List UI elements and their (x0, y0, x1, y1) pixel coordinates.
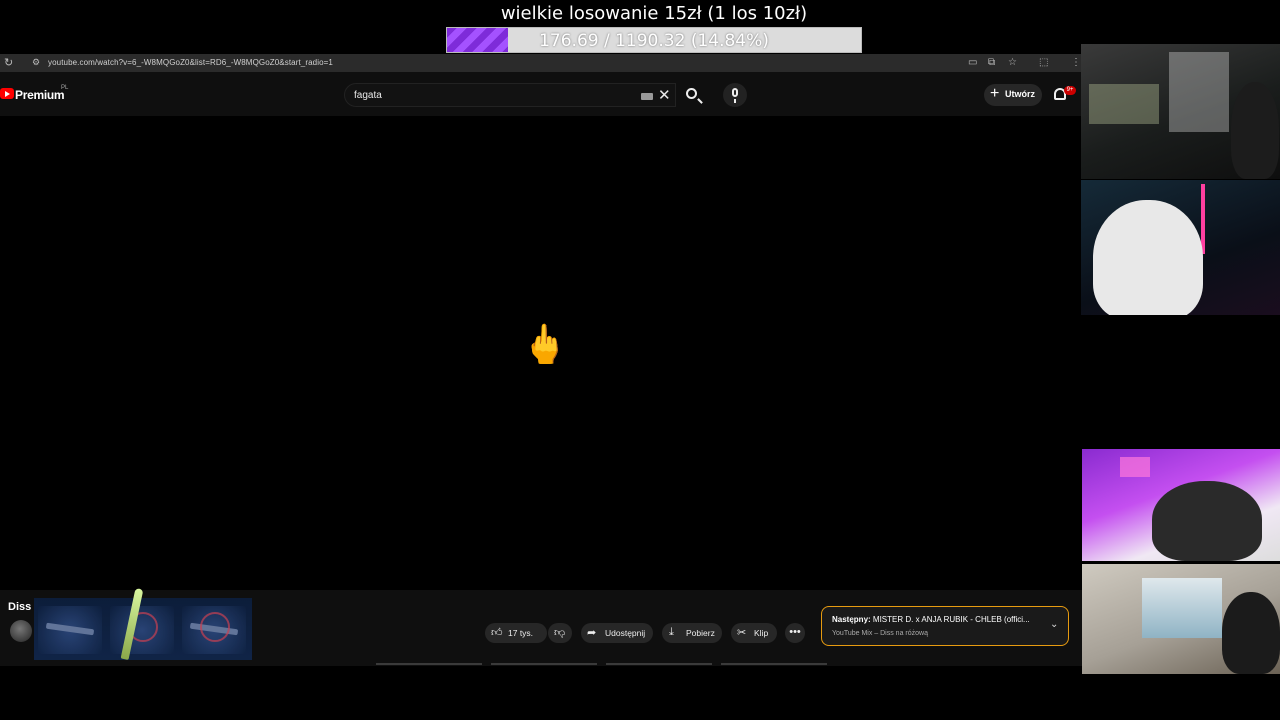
next-title-text: MISTER D. x ANJA RUBIK - CHLEB (offici..… (872, 615, 1030, 624)
more-actions-button[interactable]: ••• (785, 623, 805, 643)
case-item (110, 606, 174, 654)
install-app-icon[interactable]: ▭ (968, 57, 977, 68)
next-video-card[interactable]: Następny: MISTER D. x ANJA RUBIK - CHLEB… (821, 606, 1069, 646)
chapter-segment (721, 663, 827, 665)
window-view (1142, 578, 1222, 638)
streamer-silhouette (1093, 200, 1203, 315)
browser-address-bar: ↻ ⚙ youtube.com/watch?v=6_-W8MQGoZ0&list… (0, 54, 1082, 72)
next-video-title: Następny: MISTER D. x ANJA RUBIK - CHLEB… (832, 615, 1042, 624)
youtube-logo-icon[interactable] (0, 88, 14, 99)
webcam-feed-2 (1081, 180, 1280, 315)
keyboard-icon[interactable] (641, 93, 653, 100)
extensions-icon[interactable]: ⬚ (1039, 57, 1048, 68)
notification-badge: 9+ (1064, 86, 1076, 95)
webcam-feed-3 (1082, 449, 1280, 561)
chapter-segments (0, 663, 1082, 665)
bookmark-star-icon[interactable]: ☆ (1008, 57, 1017, 68)
search-input[interactable]: fagata ✕ (344, 83, 676, 107)
case-ring-image (200, 612, 230, 642)
search-button[interactable] (678, 83, 708, 107)
share-icon: ➦ (587, 627, 597, 639)
case-item (38, 606, 102, 654)
goal-progress-bar: 176.69 / 1190.32 (14.84%) (446, 27, 862, 53)
chapter-segment (491, 663, 597, 665)
goal-title: wielkie losowanie 15zł (1 los 10zł) (500, 3, 808, 24)
voice-search-button[interactable] (723, 83, 747, 107)
chapter-segment (376, 663, 482, 665)
next-video-subtitle: YouTube Mix – Diss na różową (832, 630, 928, 637)
menu-icon[interactable]: ⋮ (1071, 57, 1081, 68)
thumbs-down-icon: 👎︎ (554, 627, 566, 639)
dislike-button[interactable]: 👎︎ (548, 623, 572, 643)
streamer-silhouette (1152, 481, 1262, 561)
webcam-feed-4 (1082, 564, 1280, 674)
youtube-brand[interactable]: Premium (15, 88, 65, 102)
create-button[interactable]: + Utwórz (984, 84, 1042, 106)
video-title: Diss (8, 601, 32, 613)
thumbs-up-icon: 👍︎ (491, 627, 503, 639)
create-label: Utwórz (1005, 89, 1035, 99)
case-opening-overlay (34, 598, 252, 660)
middle-finger-emoji: 🖕 (521, 324, 569, 366)
stream-goal-overlay: wielkie losowanie 15zł (1 los 10zł) 176.… (446, 0, 862, 54)
video-player[interactable]: 🖕 (0, 116, 1082, 590)
download-button[interactable]: ⤓ Pobierz (662, 623, 722, 643)
share-label: Udostępnij (605, 628, 646, 638)
microphone-icon (732, 88, 738, 103)
region-label: PL (61, 85, 69, 91)
translate-icon[interactable]: ⧉ (988, 57, 995, 68)
webcam-feed-1 (1081, 44, 1280, 179)
next-prefix: Następny: (832, 615, 871, 624)
monitor (1089, 84, 1159, 124)
site-info-icon[interactable]: ⚙ (32, 57, 40, 68)
reload-icon[interactable]: ↻ (4, 56, 13, 69)
scissors-icon: ✂ (737, 627, 747, 639)
download-icon: ⤓ (669, 626, 674, 638)
chapter-segment (606, 663, 712, 665)
search-icon (686, 88, 697, 99)
neon-sign (1120, 457, 1150, 477)
chevron-down-icon[interactable]: ⌄ (1050, 619, 1058, 630)
search-value[interactable]: fagata (354, 90, 382, 101)
url-field[interactable]: youtube.com/watch?v=6_-W8MQGoZ0&list=RD6… (48, 58, 333, 67)
bookshelf (1169, 52, 1229, 132)
like-button[interactable]: 👍︎ 17 tys. (485, 623, 547, 643)
case-item (182, 606, 246, 654)
goal-progress-text: 176.69 / 1190.32 (14.84%) (539, 31, 769, 51)
like-count: 17 tys. (508, 628, 534, 638)
streamer-silhouette (1231, 82, 1279, 179)
clip-button[interactable]: ✂ Klip (731, 623, 777, 643)
channel-avatar[interactable] (10, 620, 32, 642)
plus-icon: + (990, 85, 1000, 102)
clip-label: Klip (754, 628, 769, 638)
rifle-skin-image (45, 622, 95, 636)
streamer-silhouette (1222, 592, 1280, 674)
share-button[interactable]: ➦ Udostępnij (581, 623, 653, 643)
clear-search-icon[interactable]: ✕ (658, 86, 671, 104)
youtube-header: Premium PL fagata ✕ (0, 72, 1082, 116)
download-label: Pobierz (686, 628, 715, 638)
